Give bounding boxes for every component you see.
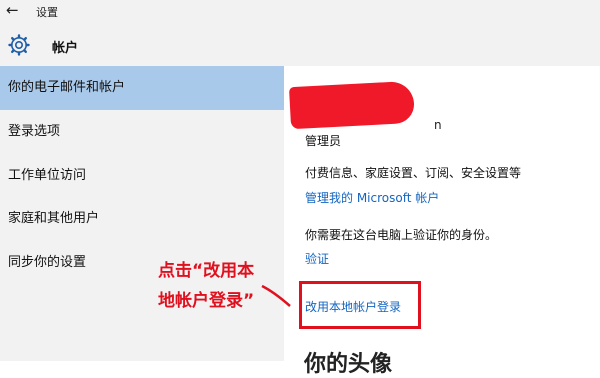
verify-link[interactable]: 验证 [305, 250, 329, 267]
window-title: 设置 [36, 6, 58, 19]
verify-identity-text: 你需要在这台电脑上验证你的身份。 [305, 228, 498, 242]
sidebar-item-email-accounts[interactable]: 你的电子邮件和帐户 [0, 66, 284, 110]
gear-icon [8, 34, 30, 56]
sidebar: 你的电子邮件和帐户 登录选项 工作单位访问 家庭和其他用户 同步你的设置 [0, 66, 284, 361]
sidebar-item-sign-in-options[interactable]: 登录选项 [0, 110, 284, 154]
sidebar-item-work-access[interactable]: 工作单位访问 [0, 154, 284, 198]
sidebar-item-family-users[interactable]: 家庭和其他用户 [0, 197, 284, 241]
content-pane: n 管理员 付费信息、家庭设置、订阅、安全设置等 管理我的 Microsoft … [284, 66, 600, 377]
annotation-arrow [261, 284, 291, 307]
billing-description: 付费信息、家庭设置、订阅、安全设置等 [305, 166, 522, 180]
redaction-mark [288, 80, 416, 130]
title-bar: ← 设置 [0, 0, 600, 24]
page-header: 帐户 [0, 24, 600, 66]
account-role: 管理员 [305, 134, 342, 148]
avatar-section-heading: 你的头像 [304, 352, 393, 377]
account-name-tail: n [434, 118, 442, 132]
manage-microsoft-account-link[interactable]: 管理我的 Microsoft 帐户 [305, 189, 439, 206]
back-arrow-icon[interactable]: ← [6, 1, 19, 19]
page-title: 帐户 [52, 41, 79, 56]
sign-in-local-account-link[interactable]: 改用本地帐户登录 [305, 298, 401, 315]
